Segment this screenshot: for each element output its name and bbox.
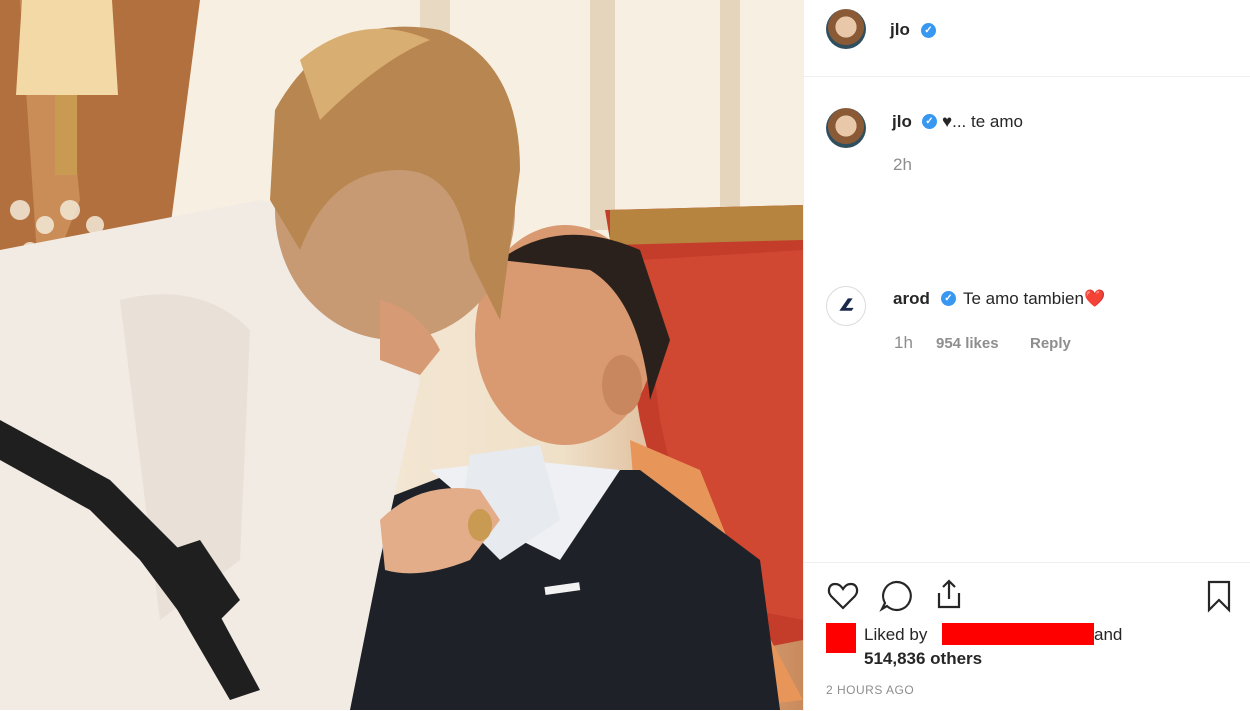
caption-text: ♥... te amo xyxy=(942,112,1023,131)
commenter-username[interactable]: arod xyxy=(893,289,930,309)
comment-likes[interactable]: 954 likes xyxy=(936,335,999,352)
comment-icon[interactable] xyxy=(879,579,913,613)
caption-username[interactable]: jlo xyxy=(892,112,912,132)
bookmark-icon[interactable] xyxy=(1202,579,1236,613)
caption-avatar[interactable] xyxy=(826,108,866,148)
commenter-avatar[interactable] xyxy=(826,286,866,326)
post-timestamp[interactable]: 2 HOURS AGO xyxy=(826,683,914,697)
verified-badge-icon: ✓ xyxy=(941,291,956,306)
arod-logo-icon xyxy=(839,298,854,311)
post-side-panel: jlo ✓ jlo ✓ ♥... te amo 2h arod ✓ Te amo… xyxy=(803,0,1250,710)
comment-reply-button[interactable]: Reply xyxy=(1030,335,1071,352)
liked-by-and: and xyxy=(1094,625,1123,644)
likes-count[interactable]: 514,836 others xyxy=(864,649,982,669)
photo-illustration xyxy=(0,0,803,710)
caption-age[interactable]: 2h xyxy=(893,155,912,175)
post-photo[interactable] xyxy=(0,0,803,710)
post-actions: Liked by and 514,836 others 2 HOURS AGO xyxy=(804,562,1250,711)
comment-text: Te amo tambien❤️ xyxy=(963,289,1106,308)
share-icon[interactable] xyxy=(932,577,966,611)
heart-icon[interactable] xyxy=(826,579,860,613)
author-avatar[interactable] xyxy=(826,9,866,49)
liker-avatar-redacted xyxy=(826,623,856,653)
liker-name-redacted[interactable] xyxy=(942,623,1094,645)
verified-badge-icon: ✓ xyxy=(922,114,937,129)
post-header: jlo ✓ xyxy=(804,0,1250,77)
author-username[interactable]: jlo xyxy=(890,20,910,40)
liked-by-prefix: Liked by xyxy=(864,625,928,644)
comment-age[interactable]: 1h xyxy=(894,333,913,353)
verified-badge-icon: ✓ xyxy=(921,23,936,38)
